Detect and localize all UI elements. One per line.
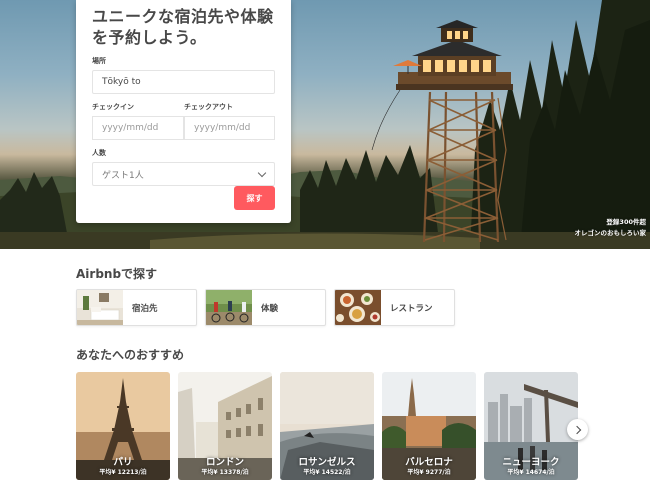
city-name: ニューヨーク bbox=[502, 457, 560, 468]
city-price: 平均¥ 14674/泊 bbox=[507, 469, 555, 476]
city-name: ロサンゼルス bbox=[298, 457, 356, 468]
search-form: ユニークな宿泊先や体験を予約しよう。 場所 Tōkyō to チェックイン yy… bbox=[76, 0, 291, 223]
carousel-next-button[interactable] bbox=[567, 419, 588, 440]
city-card-london[interactable]: ロンドン 平均¥ 13378/泊 bbox=[178, 372, 272, 480]
city-card-paris[interactable]: パリ 平均¥ 12213/泊 bbox=[76, 372, 170, 480]
explore-card-stays[interactable]: 宿泊先 bbox=[76, 289, 197, 326]
guests-select[interactable]: ゲスト1人 bbox=[92, 162, 275, 186]
explore-list: 宿泊先 体験 レストラン bbox=[76, 289, 455, 326]
explore-card-experiences[interactable]: 体験 bbox=[205, 289, 326, 326]
food-photo-icon bbox=[335, 290, 381, 325]
chevron-down-icon bbox=[257, 168, 267, 177]
checkin-label: チェックイン bbox=[92, 103, 134, 111]
city-price: 平均¥ 12213/泊 bbox=[99, 469, 147, 476]
guests-label: 人数 bbox=[92, 149, 106, 157]
explore-label-stays: 宿泊先 bbox=[132, 303, 158, 314]
search-form-title: ユニークな宿泊先や体験を予約しよう。 bbox=[92, 7, 274, 47]
city-card-new-york[interactable]: ニューヨーク 平均¥ 14674/泊 bbox=[484, 372, 578, 480]
city-card-barcelona[interactable]: バルセロナ 平均¥ 9277/泊 bbox=[382, 372, 476, 480]
place-input[interactable]: Tōkyō to bbox=[92, 70, 275, 94]
explore-label-experiences: 体験 bbox=[261, 303, 279, 314]
city-price: 平均¥ 9277/泊 bbox=[407, 469, 451, 476]
explore-label-restaurants: レストラン bbox=[390, 303, 433, 314]
cyclists-photo-icon bbox=[206, 290, 252, 325]
guests-value: ゲスト1人 bbox=[102, 170, 144, 181]
city-price: 平均¥ 14522/泊 bbox=[303, 469, 351, 476]
checkout-label: チェックアウト bbox=[184, 103, 233, 111]
city-card-los-angeles[interactable]: ロサンゼルス 平均¥ 14522/泊 bbox=[280, 372, 374, 480]
city-name: バルセロナ bbox=[405, 457, 453, 468]
city-name: パリ bbox=[113, 457, 133, 468]
hero-caption-title: オレゴンのおもしろい家 bbox=[574, 229, 647, 237]
search-button[interactable]: 探す bbox=[234, 186, 275, 210]
recommend-list: パリ 平均¥ 12213/泊 ロンドン 平均¥ 13378/泊 ロサンゼルス 平… bbox=[76, 372, 578, 480]
hero-caption-count: 登録300件超 bbox=[606, 218, 646, 226]
hero-banner: ユニークな宿泊先や体験を予約しよう。 場所 Tōkyō to チェックイン yy… bbox=[0, 0, 650, 249]
checkout-input[interactable]: yyyy/mm/dd bbox=[184, 116, 275, 140]
explore-title: Airbnbで探す bbox=[76, 267, 158, 281]
place-label: 場所 bbox=[92, 57, 106, 65]
city-price: 平均¥ 13378/泊 bbox=[201, 469, 249, 476]
recommend-title: あなたへのおすすめ bbox=[76, 348, 185, 362]
hero-caption[interactable]: 登録300件超 オレゴンのおもしろい家 bbox=[575, 217, 647, 239]
explore-card-restaurants[interactable]: レストラン bbox=[334, 289, 455, 326]
chevron-right-icon bbox=[572, 425, 581, 434]
city-name: ロンドン bbox=[205, 457, 244, 468]
checkin-input[interactable]: yyyy/mm/dd bbox=[92, 116, 184, 140]
room-photo-icon bbox=[77, 290, 123, 325]
